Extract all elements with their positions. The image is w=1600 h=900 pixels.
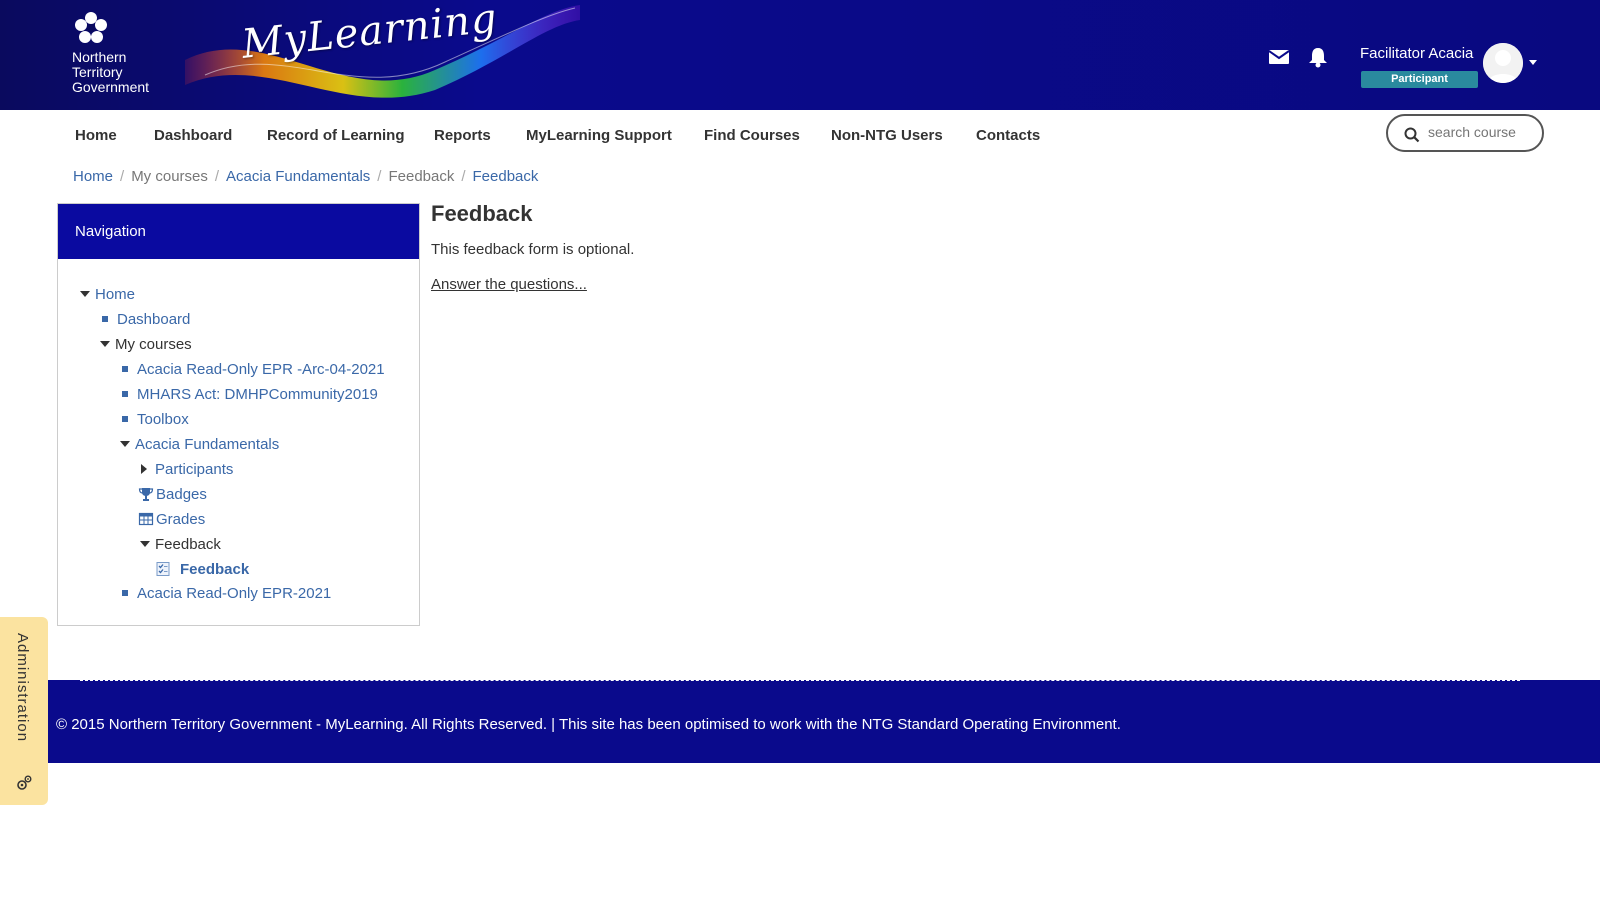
tree-item-label[interactable]: Grades: [156, 511, 205, 528]
tree-item-dashboard[interactable]: Dashboard: [100, 308, 190, 330]
breadcrumb-my-courses: My courses: [131, 168, 208, 185]
ntg-line-2: Territory: [72, 64, 123, 80]
ntg-flower-icon: [75, 12, 107, 43]
caret-down-icon[interactable]: [80, 291, 90, 297]
breadcrumb-feedback-section: Feedback: [388, 168, 455, 185]
avatar[interactable]: [1483, 43, 1523, 83]
caret-right-icon[interactable]: [141, 464, 147, 474]
feedback-description: This feedback form is optional.: [431, 241, 635, 258]
tree-item-label[interactable]: Home: [95, 286, 135, 303]
nav-dashboard[interactable]: Dashboard: [154, 127, 232, 144]
navigation-block: Navigation Home Dashboard My courses Aca…: [57, 203, 420, 626]
navigation-block-title: Navigation: [58, 204, 419, 259]
ntg-line-3: Government: [72, 79, 150, 95]
tree-item-label[interactable]: Feedback: [155, 536, 221, 553]
tree-item-label[interactable]: Acacia Read-Only EPR -Arc-04-2021: [137, 361, 385, 378]
caret-down-icon[interactable]: [100, 341, 110, 347]
breadcrumb-separator: /: [120, 168, 125, 185]
user-menu-caret-icon[interactable]: [1529, 60, 1537, 65]
ntg-line-1: Northern: [72, 49, 127, 65]
tree-item-label[interactable]: My courses: [115, 336, 192, 353]
bullet-icon: [122, 391, 128, 397]
administration-tab[interactable]: Administration: [0, 617, 48, 805]
tree-item-label[interactable]: Acacia Fundamentals: [135, 436, 279, 453]
administration-label[interactable]: Administration: [14, 633, 31, 742]
nav-non-ntg-users[interactable]: Non-NTG Users: [831, 127, 943, 144]
nav-mylearning-support[interactable]: MyLearning Support: [526, 127, 672, 144]
tree-item-label[interactable]: Badges: [156, 486, 207, 503]
caret-down-icon[interactable]: [140, 541, 150, 547]
breadcrumb-feedback-activity[interactable]: Feedback: [473, 168, 539, 185]
tree-item-course-acacia-fundamentals[interactable]: Acacia Fundamentals: [120, 433, 279, 455]
feedback-icon: [156, 562, 170, 576]
nav-find-courses[interactable]: Find Courses: [704, 127, 800, 144]
user-avatar-icon: [1483, 43, 1523, 83]
breadcrumb-acacia-fundamentals[interactable]: Acacia Fundamentals: [226, 168, 370, 185]
nav-contacts[interactable]: Contacts: [976, 127, 1040, 144]
breadcrumb-separator: /: [214, 168, 220, 185]
course-search[interactable]: [1386, 114, 1544, 152]
tree-item-feedback-activity[interactable]: Feedback: [155, 558, 249, 580]
tree-item-label[interactable]: MHARS Act: DMHPCommunity2019: [137, 386, 378, 403]
navigation-tree: Home Dashboard My courses Acacia Read-On…: [58, 259, 419, 625]
tree-item-course-epr-2021[interactable]: Acacia Read-Only EPR-2021: [120, 582, 331, 604]
tree-item-label[interactable]: Dashboard: [117, 311, 190, 328]
site-header: Northern Territory Government MyLearning…: [0, 0, 1600, 110]
tree-item-course-mhars[interactable]: MHARS Act: DMHPCommunity2019: [120, 383, 378, 405]
tree-item-grades[interactable]: Grades: [138, 508, 205, 530]
tree-item-label[interactable]: Feedback: [180, 561, 249, 578]
tree-item-course-toolbox[interactable]: Toolbox: [120, 408, 189, 430]
table-icon: [138, 512, 154, 526]
trophy-icon: [138, 488, 154, 501]
breadcrumb: Home / My courses / Acacia Fundamentals / Feed…: [73, 168, 538, 185]
breadcrumb-home[interactable]: Home: [73, 168, 113, 185]
bullet-icon: [122, 366, 128, 372]
main-navbar: Home Dashboard Record of Learning Report…: [0, 110, 1600, 162]
site-footer: © 2015 Northern Territory Government - M…: [0, 680, 1600, 763]
tree-item-home[interactable]: Home: [80, 283, 135, 305]
tree-item-course-epr-arc[interactable]: Acacia Read-Only EPR -Arc-04-2021: [120, 358, 385, 380]
nav-home[interactable]: Home: [75, 127, 117, 144]
ntg-wordmark: Northern Territory Government: [72, 50, 149, 95]
breadcrumb-separator: /: [377, 168, 382, 185]
bell-icon[interactable]: [1307, 46, 1329, 68]
search-input[interactable]: [1428, 124, 1538, 140]
footer-divider: [80, 680, 1520, 681]
tree-item-feedback-section[interactable]: Feedback: [140, 533, 221, 555]
tree-item-label[interactable]: Participants: [155, 461, 233, 478]
caret-down-icon[interactable]: [120, 441, 130, 447]
user-name[interactable]: Facilitator Acacia: [1360, 45, 1473, 62]
bullet-icon: [122, 590, 128, 596]
ntg-logo[interactable]: Northern Territory Government: [72, 10, 172, 100]
footer-copyright: © 2015 Northern Territory Government - M…: [56, 716, 1121, 733]
envelope-icon[interactable]: [1268, 46, 1290, 68]
nav-reports[interactable]: Reports: [434, 127, 491, 144]
role-badge: Participant: [1361, 71, 1478, 88]
tree-item-my-courses[interactable]: My courses: [100, 333, 192, 355]
tree-item-badges[interactable]: Badges: [138, 483, 207, 505]
tree-item-label[interactable]: Toolbox: [137, 411, 189, 428]
tree-item-participants[interactable]: Participants: [139, 458, 233, 480]
bullet-icon: [102, 316, 108, 322]
answer-questions-link[interactable]: Answer the questions...: [431, 276, 587, 293]
breadcrumb-separator: /: [461, 168, 466, 185]
search-icon[interactable]: [1404, 127, 1420, 143]
gear-icon[interactable]: [15, 774, 33, 792]
page-title: Feedback: [431, 201, 533, 226]
bullet-icon: [122, 416, 128, 422]
tree-item-label[interactable]: Acacia Read-Only EPR-2021: [137, 585, 331, 602]
nav-record-of-learning[interactable]: Record of Learning: [267, 127, 405, 144]
